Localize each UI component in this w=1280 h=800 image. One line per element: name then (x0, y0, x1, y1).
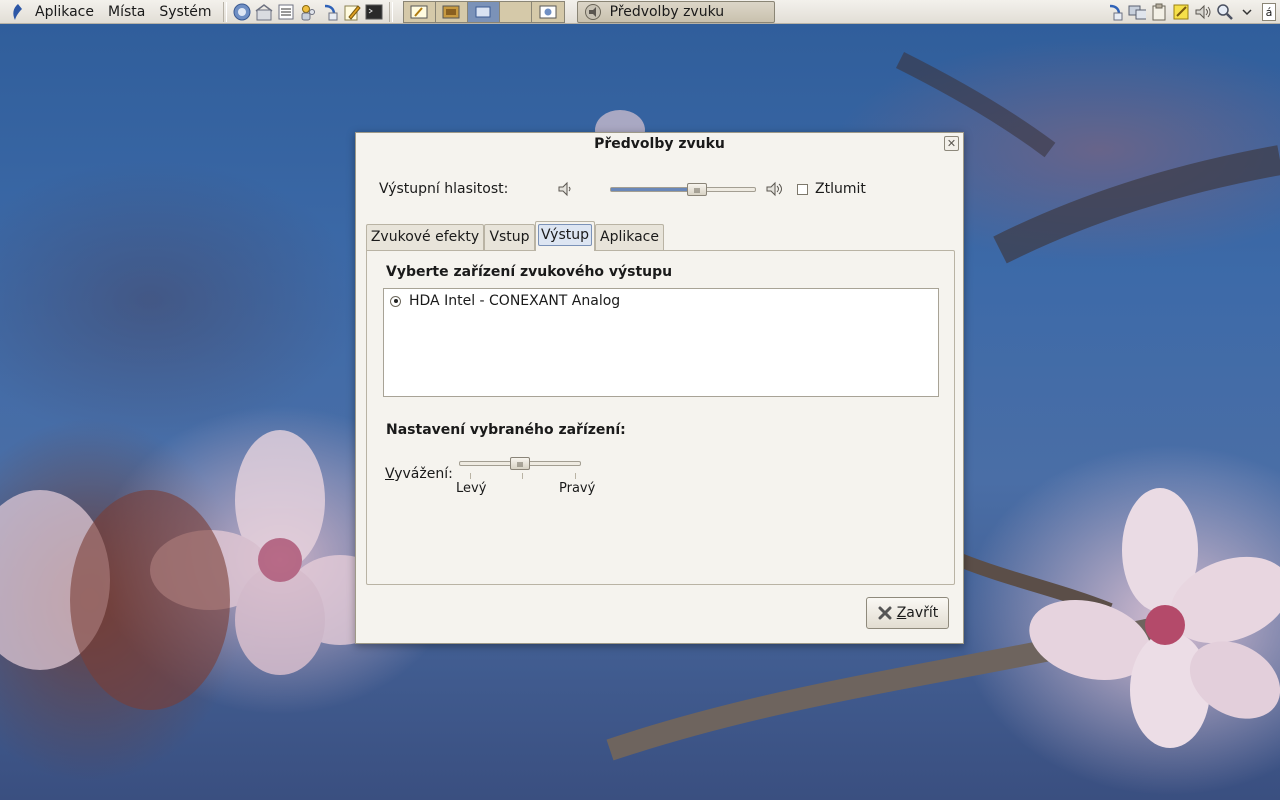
menu-applications[interactable]: Aplikace (28, 0, 101, 24)
clipboard-icon[interactable] (1150, 3, 1168, 21)
tab-label: Zvukové efekty (370, 229, 480, 245)
tab-label: Vstup (489, 229, 530, 245)
output-tab-panel: Vyberte zařízení zvukového výstupu HDA I… (366, 250, 955, 585)
panel-separator (388, 1, 393, 22)
text-editor-icon[interactable] (343, 3, 361, 21)
settings-section-heading: Nastavení vybraného zařízení: (386, 422, 626, 438)
output-device-list[interactable]: HDA Intel - CONEXANT Analog (383, 288, 939, 397)
dialog-titlebar[interactable]: Předvolby zvuku ✕ (356, 133, 963, 155)
panel-separator (222, 1, 227, 22)
workspace-1[interactable] (403, 1, 436, 22)
search-icon[interactable] (1216, 3, 1234, 21)
close-button-mnemonic: Z (896, 605, 907, 621)
tab-applications[interactable]: Aplikace (595, 224, 664, 250)
tab-label: Výstup (537, 224, 593, 246)
volume-icon[interactable] (1194, 3, 1212, 21)
top-panel: Aplikace Místa Systém Předvolby zvuku á (0, 0, 1280, 24)
balance-tick-left (470, 473, 471, 479)
home-folder-icon[interactable] (255, 3, 273, 21)
taskbar-window-button[interactable]: Předvolby zvuku (576, 0, 775, 23)
mute-checkbox[interactable] (797, 184, 808, 195)
volume-slider-thumb[interactable] (687, 183, 708, 196)
workspace-switcher (402, 0, 565, 23)
close-button-label-rest: avřít (906, 605, 939, 621)
tab-input[interactable]: Vstup (484, 224, 535, 250)
device-name: HDA Intel - CONEXANT Analog (409, 293, 621, 309)
balance-label: Vyvážení: (385, 465, 453, 483)
balance-right-label: Pravý (559, 481, 596, 496)
update-icon[interactable] (1106, 3, 1124, 21)
tab-sound-effects[interactable]: Zvukové efekty (366, 224, 484, 250)
taskbar-window-title: Předvolby zvuku (609, 3, 725, 20)
chevron-down-icon[interactable] (1238, 3, 1256, 21)
web-browser-icon[interactable] (233, 3, 251, 21)
balance-tick-right (575, 473, 576, 479)
keyboard-icon[interactable]: á (1262, 3, 1276, 21)
close-button-icon (877, 605, 893, 621)
notes-icon[interactable] (1172, 3, 1190, 21)
volume-slider[interactable] (610, 183, 756, 196)
balance-slider[interactable] (459, 457, 581, 470)
balance-tick-center (522, 473, 523, 479)
document-list-icon[interactable] (277, 3, 295, 21)
network-icon[interactable] (1128, 3, 1146, 21)
volume-low-icon (557, 180, 573, 202)
users-icon[interactable] (299, 3, 317, 21)
balance-slider-thumb[interactable] (510, 457, 530, 470)
workspace-2[interactable] (435, 1, 468, 22)
dialog-title: Předvolby zvuku (594, 136, 725, 152)
workspace-3[interactable] (467, 1, 500, 22)
balance-left-label: Levý (456, 481, 487, 496)
workspace-4[interactable] (499, 1, 532, 22)
update-icon[interactable] (321, 3, 339, 21)
sound-preferences-dialog: Předvolby zvuku ✕ Výstupní hlasitost: Zt… (355, 132, 964, 644)
close-icon[interactable]: ✕ (944, 136, 959, 151)
volume-label: Výstupní hlasitost: (379, 181, 509, 197)
gnome-foot-icon[interactable] (8, 3, 26, 21)
device-section-heading: Vyberte zařízení zvukového výstupu (386, 264, 673, 280)
close-button[interactable]: Zavřít (866, 597, 949, 629)
menu-system[interactable]: Systém (152, 0, 218, 24)
system-tray: á (1104, 0, 1280, 24)
list-item[interactable]: HDA Intel - CONEXANT Analog (390, 292, 620, 310)
balance-label-rest: yvážení: (394, 466, 453, 482)
workspace-5[interactable] (531, 1, 564, 22)
sound-preferences-icon (584, 3, 602, 21)
close-button-label: Zavřít (897, 605, 939, 621)
device-radio[interactable] (390, 295, 401, 307)
tab-label: Aplikace (600, 229, 659, 245)
volume-slider-fill (611, 188, 698, 191)
volume-row: Výstupní hlasitost: Ztlumit (379, 179, 939, 199)
terminal-icon[interactable] (365, 3, 383, 21)
tab-output[interactable]: Výstup (535, 221, 595, 251)
balance-label-mnemonic: V (385, 466, 395, 482)
menu-places[interactable]: Místa (101, 0, 152, 24)
volume-high-icon (765, 180, 787, 202)
mute-label[interactable]: Ztlumit (815, 179, 866, 199)
